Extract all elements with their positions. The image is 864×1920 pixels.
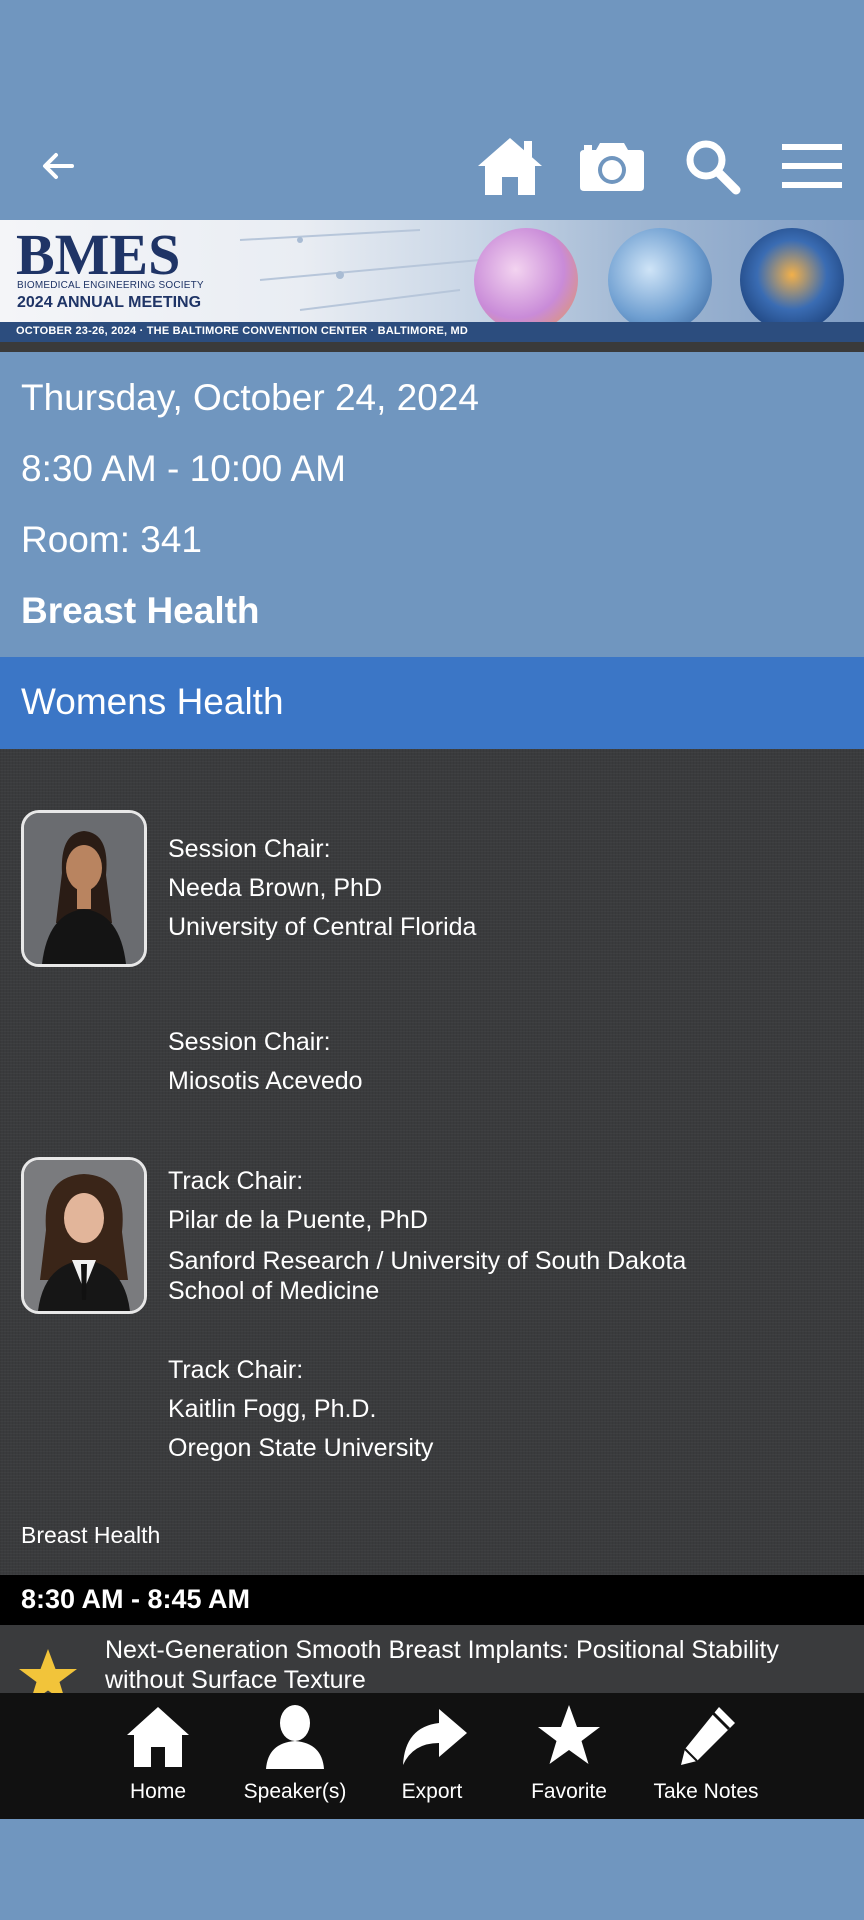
session-title: Breast Health (21, 590, 260, 631)
chair-affiliation: Sanford Research / University of South D… (168, 1247, 687, 1275)
home-icon (478, 138, 542, 195)
nav-home-label: Home (129, 1780, 187, 1803)
chair-affiliation: Oregon State University (168, 1434, 434, 1462)
chair-block: Track Chair: Pilar de la Puente, PhD San… (168, 1162, 686, 1306)
presentation-row[interactable]: Next-Generation Smooth Breast Implants: … (0, 1625, 864, 1693)
person-photo-icon (24, 813, 144, 964)
chair-block: Track Chair: Kaitlin Fogg, Ph.D. Oregon … (168, 1351, 433, 1468)
camera-button[interactable] (574, 128, 650, 204)
home-button[interactable] (472, 128, 548, 204)
chair-name[interactable]: Pilar de la Puente, PhD (168, 1201, 686, 1240)
chair-role: Session Chair: (168, 835, 331, 863)
chair-role: Track Chair: (168, 1356, 304, 1384)
banner-cell-image (608, 228, 712, 332)
presentation-time: 8:30 AM - 8:45 AM (21, 1584, 251, 1614)
back-arrow-icon (43, 153, 74, 179)
bottom-navigation: Home Speaker(s) Export Favorite Take Not… (0, 1693, 864, 1819)
chair-block: Session Chair: Miosotis Acevedo (168, 1023, 363, 1101)
nav-speakers[interactable]: Speaker(s) (226, 1693, 364, 1819)
nav-take-notes[interactable]: Take Notes (637, 1693, 775, 1819)
bmes-logo: BMES (16, 222, 181, 287)
search-icon (686, 140, 741, 195)
chair-photo[interactable] (21, 1157, 147, 1314)
banner-lab-image (474, 228, 578, 332)
person-photo-icon (24, 1160, 144, 1311)
chair-role: Track Chair: (168, 1167, 304, 1195)
nav-home[interactable]: Home (89, 1693, 227, 1819)
chair-role: Session Chair: (168, 1028, 331, 1056)
hamburger-menu-icon (782, 144, 842, 188)
home-icon (127, 1707, 189, 1767)
nav-take-notes-label: Take Notes (653, 1780, 759, 1803)
nav-speakers-label: Speaker(s) (243, 1780, 347, 1803)
favorite-star-icon[interactable] (16, 1647, 80, 1693)
chair-name[interactable]: Needa Brown, PhD (168, 869, 476, 908)
star-icon (538, 1705, 600, 1764)
banner-joint-image (740, 228, 844, 332)
share-arrow-icon (403, 1709, 467, 1765)
chair-block: Session Chair: Needa Brown, PhD Universi… (168, 830, 476, 947)
top-app-bar (0, 110, 864, 220)
meeting-name: 2024 ANNUAL MEETING (17, 294, 202, 311)
pencil-icon (681, 1707, 735, 1765)
banner-strip-text: OCTOBER 23-26, 2024 · THE BALTIMORE CONV… (16, 325, 469, 337)
search-button[interactable] (674, 128, 750, 204)
person-icon (266, 1705, 324, 1769)
presentation-title[interactable]: Next-Generation Smooth Breast Implants: … (105, 1635, 845, 1693)
menu-button[interactable] (774, 128, 850, 204)
session-room: Room: 341 (21, 519, 202, 560)
bottom-spacer (0, 1819, 864, 1920)
chair-affiliation-cont: School of Medicine (168, 1277, 380, 1305)
track-header: Womens Health (0, 657, 864, 749)
banner-date-strip: OCTOBER 23-26, 2024 · THE BALTIMORE CONV… (0, 322, 864, 342)
track-name: Womens Health (21, 681, 284, 722)
chair-name[interactable]: Kaitlin Fogg, Ph.D. (168, 1390, 433, 1429)
banner-divider (0, 342, 864, 352)
society-name: BIOMEDICAL ENGINEERING SOCIETY (17, 280, 204, 291)
nav-export-label: Export (401, 1780, 463, 1803)
session-time: 8:30 AM - 10:00 AM (21, 448, 346, 489)
chair-photo[interactable] (21, 810, 147, 967)
nav-favorite-label: Favorite (531, 1780, 607, 1803)
nav-export[interactable]: Export (363, 1693, 501, 1819)
conference-banner: BMES BIOMEDICAL ENGINEERING SOCIETY 2024… (0, 220, 864, 342)
session-date: Thursday, October 24, 2024 (21, 377, 479, 418)
chair-affiliation: University of Central Florida (168, 913, 477, 941)
camera-icon (580, 143, 644, 191)
status-bar-area (0, 0, 864, 110)
nav-favorite[interactable]: Favorite (500, 1693, 638, 1819)
presentation-time-header: 8:30 AM - 8:45 AM (0, 1575, 864, 1625)
chair-name[interactable]: Miosotis Acevedo (168, 1062, 363, 1101)
session-label: Breast Health (21, 1522, 161, 1548)
back-button[interactable] (20, 128, 96, 204)
